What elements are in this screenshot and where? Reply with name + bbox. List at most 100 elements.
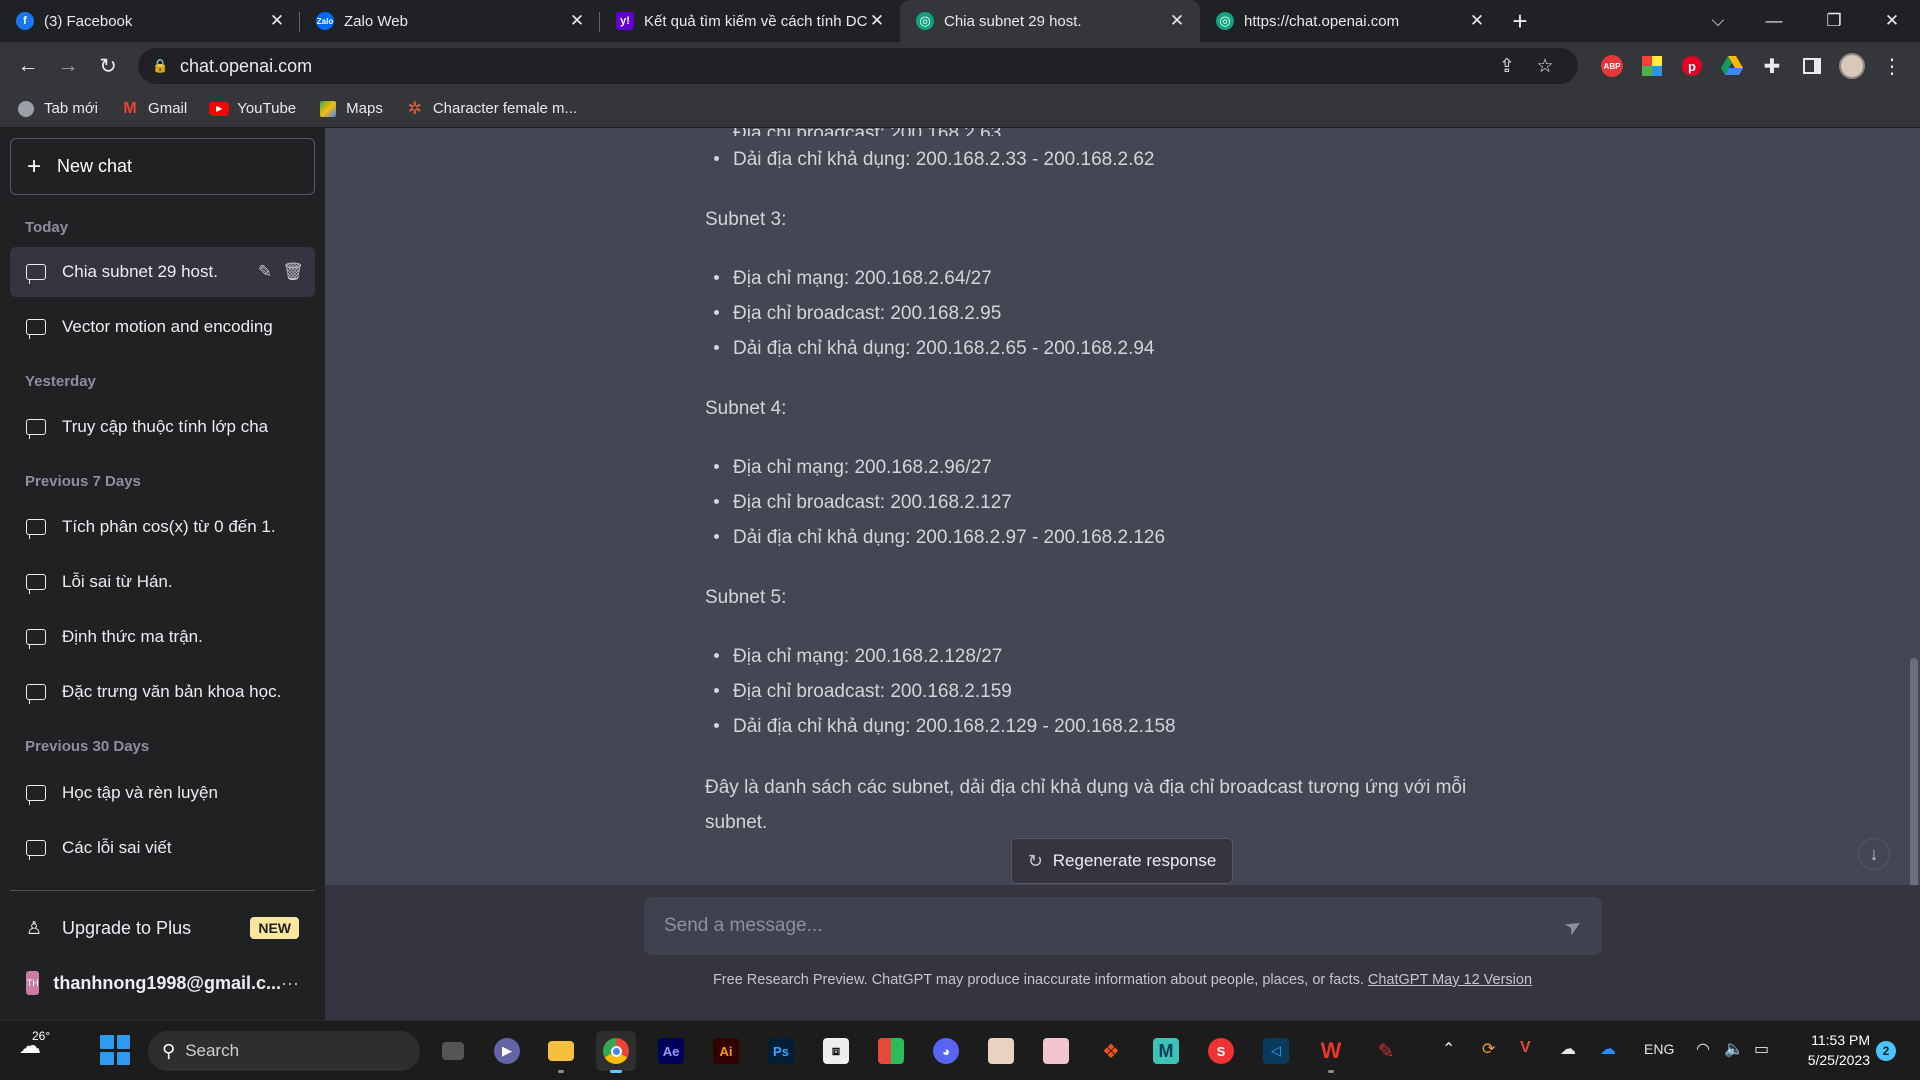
sketchbook-icon[interactable]: S [1201, 1031, 1241, 1071]
pinterest-icon[interactable]: p [1676, 50, 1708, 82]
conversation-item[interactable]: Đặc trưng văn bản khoa học. [10, 667, 315, 717]
bullet-text: Địa chỉ mạng: 200.168.2.96/27 [733, 457, 992, 478]
conversation-item[interactable]: Chia subnet 29 host. ✎ 🗑 [10, 247, 315, 297]
scroll-to-bottom-button[interactable]: ↓ [1858, 838, 1890, 870]
medibang-icon[interactable]: M [1146, 1031, 1186, 1071]
list-item: Địa chỉ mạng: 200.168.2.96/27 [714, 450, 992, 485]
tab-title: Kết quả tìm kiếm về cách tính DC [644, 12, 868, 30]
regenerate-response-button[interactable]: ↻ Regenerate response [1011, 838, 1233, 884]
conversation-item[interactable]: Lỗi sai từ Hán. [10, 557, 315, 607]
photoshop-icon[interactable]: Ps [761, 1031, 801, 1071]
bookmark-new-tab[interactable]: Tab mới [16, 100, 98, 118]
anime-app-2-icon[interactable] [1036, 1031, 1076, 1071]
close-tab-icon[interactable]: ✕ [568, 11, 586, 31]
bookmark-youtube[interactable]: ▶ YouTube [209, 100, 296, 118]
conversation-title: Định thức ma trận. [62, 627, 203, 646]
sidepanel-icon[interactable] [1796, 50, 1828, 82]
subnet-heading: Subnet 4: [705, 398, 787, 419]
illustrator-icon[interactable]: Ai [706, 1031, 746, 1071]
minimize-button[interactable]: — [1746, 0, 1802, 42]
conversation-item[interactable]: Định thức ma trận. [10, 612, 315, 662]
conversation-item[interactable]: Tích phân cos(x) từ 0 đến 1. [10, 502, 315, 552]
bookmark-star-icon[interactable]: ☆ [1526, 55, 1564, 78]
message-composer[interactable]: ➤ [644, 897, 1602, 955]
back-button[interactable]: ← [8, 46, 48, 86]
trash-icon[interactable]: 🗑 [279, 262, 307, 282]
close-tab-icon[interactable]: ✕ [868, 11, 886, 31]
figma-icon[interactable]: ❖ [1091, 1031, 1131, 1071]
taskbar-search[interactable]: ⚲ Search [148, 1031, 420, 1071]
chevron-up-icon[interactable]: ⌃ [1442, 1039, 1455, 1059]
forward-button[interactable]: → [48, 46, 88, 86]
battery-icon[interactable]: ▭ [1754, 1039, 1769, 1059]
restore-button[interactable]: ❐ [1806, 0, 1862, 42]
close-tab-icon[interactable]: ✕ [1168, 11, 1186, 31]
conversation-item[interactable]: Học tập và rèn luyện [10, 768, 315, 818]
subnet-heading: Subnet 5: [705, 587, 787, 608]
bookmark-character[interactable]: ✲ Character female m... [405, 99, 577, 118]
adblock-icon[interactable]: ABP [1596, 50, 1628, 82]
google-drive-icon[interactable] [1716, 50, 1748, 82]
discord-icon[interactable]: ◕ [926, 1031, 966, 1071]
task-view-icon[interactable] [433, 1031, 473, 1071]
new-tab-button[interactable]: + [1500, 0, 1540, 42]
capcut-icon[interactable]: ⧈ [816, 1031, 856, 1071]
office-icon[interactable] [871, 1031, 911, 1071]
disclaimer-text: Free Research Preview. ChatGPT may produ… [712, 972, 1364, 988]
clock[interactable]: 11:53 PM 5/25/2023 [1780, 1030, 1870, 1070]
bookmark-gmail[interactable]: M Gmail [120, 100, 187, 118]
tab-yahoo-search[interactable]: y! Kết quả tìm kiếm về cách tính DC ✕ [600, 0, 900, 42]
close-tab-icon[interactable]: ✕ [1468, 11, 1486, 31]
anime-app-icon[interactable] [981, 1031, 1021, 1071]
file-explorer-icon[interactable] [541, 1031, 581, 1073]
close-window-button[interactable]: ✕ [1864, 0, 1920, 42]
conversation-item[interactable]: Vector motion and encoding [10, 302, 315, 352]
list-item: Dải địa chỉ khả dụng: 200.168.2.129 - 20… [714, 709, 1176, 744]
tab-chia-subnet[interactable]: ◎ Chia subnet 29 host. ✕ [900, 0, 1200, 42]
bookmark-maps[interactable]: Maps [318, 100, 383, 118]
more-options-icon[interactable]: ··· [281, 973, 299, 994]
version-link[interactable]: ChatGPT May 12 Version [1368, 972, 1532, 988]
wps-office-icon[interactable]: W [1311, 1031, 1351, 1073]
puzzle-icon[interactable]: ✚ [1756, 50, 1788, 82]
conversation-item[interactable]: Truy cập thuộc tính lớp cha [10, 402, 315, 452]
conversation-item[interactable]: Các lỗi sai viết [10, 823, 315, 873]
notification-badge[interactable]: 2 [1876, 1041, 1896, 1061]
start-button[interactable] [100, 1035, 130, 1065]
conversation-title: Tích phân cos(x) từ 0 đến 1. [62, 517, 276, 536]
message-input[interactable] [664, 915, 1566, 937]
bullet-text: Dải địa chỉ khả dụng: 200.168.2.129 - 20… [733, 716, 1176, 737]
upgrade-to-plus-button[interactable]: ♙ Upgrade to Plus NEW [10, 903, 315, 953]
new-chat-button[interactable]: + New chat [10, 138, 315, 195]
weather-widget[interactable]: ☁ 26° [12, 1029, 50, 1069]
tab-search-icon[interactable]: ⌵ [1690, 0, 1746, 42]
user-account-button[interactable]: TH thanhnong1998@gmail.c... ··· [10, 958, 315, 1008]
tab-chat-openai[interactable]: ◎ https://chat.openai.com ✕ [1200, 0, 1500, 42]
menu-dots-icon[interactable]: ⋮ [1876, 50, 1908, 82]
wifi-icon[interactable]: ◠ [1696, 1039, 1710, 1059]
close-tab-icon[interactable]: ✕ [268, 11, 286, 31]
tab-facebook[interactable]: f (3) Facebook ✕ [0, 0, 300, 42]
sync-icon[interactable]: ⟳ [1482, 1039, 1495, 1059]
vscode-icon[interactable]: ◁ [1256, 1031, 1296, 1071]
chrome-icon[interactable] [596, 1031, 636, 1073]
lock-icon[interactable]: 🔒 [152, 58, 174, 74]
teams-meet-icon[interactable]: ▶ [487, 1031, 527, 1071]
onedrive-personal-icon[interactable]: ☁ [1560, 1039, 1576, 1059]
bullet-text: Dải địa chỉ khả dụng: 200.168.2.33 - 200… [733, 149, 1155, 170]
vivaldi-icon[interactable]: V [1520, 1039, 1531, 1057]
share-icon[interactable]: ⇪ [1488, 55, 1526, 78]
profile-avatar-icon[interactable] [1836, 50, 1868, 82]
language-indicator[interactable]: ENG [1644, 1041, 1674, 1057]
bullet-text: Địa chỉ mạng: 200.168.2.64/27 [733, 268, 992, 289]
tab-zalo[interactable]: Zalo Zalo Web ✕ [300, 0, 600, 42]
reload-button[interactable]: ↻ [88, 46, 128, 86]
volume-icon[interactable]: 🔈 [1724, 1039, 1744, 1059]
onedrive-icon[interactable]: ☁ [1600, 1039, 1616, 1059]
address-bar[interactable]: 🔒 chat.openai.com ⇪ ☆ [138, 48, 1578, 84]
conversation-title: Đặc trưng văn bản khoa học. [62, 682, 282, 701]
after-effects-icon[interactable]: Ae [651, 1031, 691, 1071]
color-picker-icon[interactable] [1636, 50, 1668, 82]
krita-icon[interactable]: ✎ [1366, 1031, 1406, 1071]
edit-icon[interactable]: ✎ [251, 262, 279, 282]
